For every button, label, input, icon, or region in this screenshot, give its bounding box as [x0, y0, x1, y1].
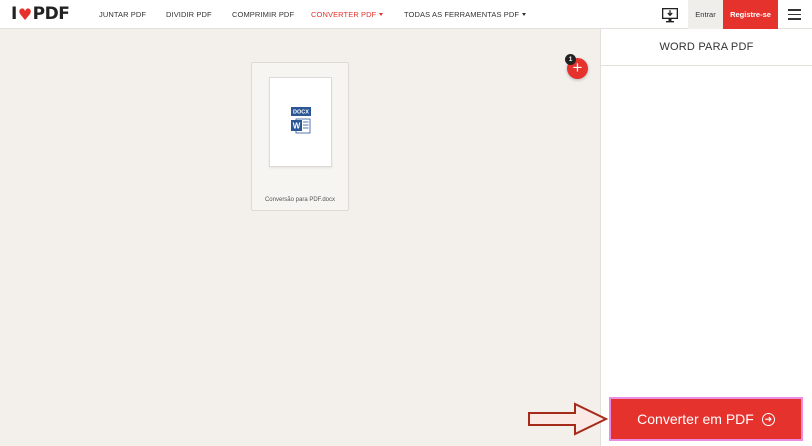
top-navbar: I ♥ PDF JUNTAR PDF DIVIDIR PDF COMPRIMIR… [0, 0, 812, 29]
file-name-label: Conversão para PDF.docx [264, 197, 336, 203]
sidebar-title: WORD PARA PDF [601, 29, 812, 66]
nav-split-pdf[interactable]: DIVIDIR PDF [166, 0, 212, 29]
desktop-download-icon [662, 7, 678, 22]
heart-icon: ♥ [17, 4, 32, 24]
nav-convert-pdf[interactable]: CONVERTER PDF [311, 0, 384, 29]
logo-pdf: PDF [32, 4, 70, 24]
nav-compress-pdf[interactable]: COMPRIMIR PDF [232, 0, 294, 29]
file-thumbnail: DOCX W [269, 77, 332, 167]
arrow-right-circle-icon: ➜ [761, 412, 775, 426]
signup-button[interactable]: Registre-se [723, 0, 778, 29]
logo-i: I [11, 4, 17, 24]
word-document-icon: DOCX W [291, 107, 311, 134]
chevron-down-icon [522, 12, 527, 16]
nav-merge-pdf[interactable]: JUNTAR PDF [99, 0, 146, 29]
file-workspace: DOCX W Conversão para PDF.docx [0, 29, 600, 446]
options-sidebar: WORD PARA PDF [600, 29, 812, 446]
convert-to-pdf-button[interactable]: Converter em PDF ➜ [609, 397, 803, 441]
annotation-arrow-icon [528, 402, 609, 436]
desktop-download-button[interactable] [652, 0, 688, 29]
nav-all-tools[interactable]: TODAS AS FERRAMENTAS PDF [404, 0, 527, 29]
file-card[interactable]: DOCX W Conversão para PDF.docx [251, 62, 349, 211]
svg-text:W: W [293, 122, 301, 131]
file-count-badge: 1 [565, 54, 576, 65]
login-button[interactable]: Entrar [688, 0, 723, 29]
chevron-down-icon [379, 12, 384, 16]
menu-icon[interactable] [788, 9, 801, 20]
svg-text:DOCX: DOCX [293, 110, 309, 116]
ilovepdf-logo[interactable]: I ♥ PDF [11, 4, 70, 24]
convert-button-label: Converter em PDF [637, 411, 754, 427]
